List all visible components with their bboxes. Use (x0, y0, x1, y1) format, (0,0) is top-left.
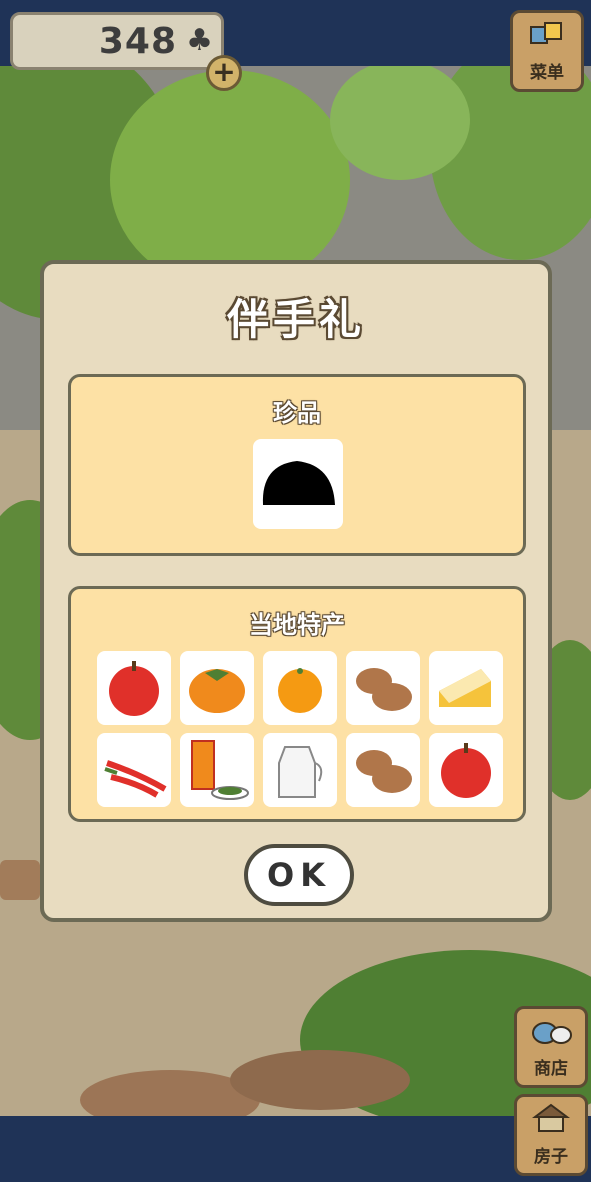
menu-label: 菜单 (530, 63, 564, 83)
apple-icon (441, 743, 491, 798)
game-scene: 348 ♣ + 菜单 商店 房子 伴手礼 珍品 当地特产 OK (0, 0, 591, 1182)
cheese-icon (439, 669, 491, 707)
bun-icon (356, 750, 412, 793)
chili-pepper-icon (104, 760, 167, 798)
milk-jug-icon (278, 746, 323, 798)
house-icon (517, 1103, 585, 1140)
local-item-slot[interactable] (97, 651, 171, 725)
persimmon-icon (189, 669, 245, 713)
local-item-slot[interactable] (97, 733, 171, 807)
shop-bag-icon (517, 1015, 585, 1052)
souvenir-dialog: 伴手礼 珍品 当地特产 OK (40, 260, 552, 922)
rare-items-panel: 珍品 (68, 374, 526, 556)
add-clover-button[interactable]: + (206, 55, 242, 91)
rare-items-title: 珍品 (273, 399, 321, 427)
bottom-bar (0, 1116, 591, 1182)
orange-icon (278, 668, 322, 713)
local-items-panel: 当地特产 (68, 586, 526, 822)
dialog-title: 伴手礼 (226, 295, 365, 344)
local-item-slot[interactable] (263, 651, 337, 725)
apple-icon (109, 661, 159, 716)
house-label: 房子 (534, 1147, 568, 1167)
local-items-title: 当地特产 (249, 611, 345, 639)
local-item-slot[interactable] (429, 651, 503, 725)
canned-food-icon (191, 740, 249, 800)
local-item-slot[interactable] (346, 733, 420, 807)
clover-icon: ♣ (186, 23, 213, 58)
clover-counter: 348 ♣ (10, 12, 224, 70)
clover-count: 348 (98, 21, 177, 62)
bun-icon (356, 668, 412, 711)
house-button[interactable]: 房子 (514, 1094, 588, 1176)
local-item-slot[interactable] (346, 651, 420, 725)
local-item-slot[interactable] (429, 733, 503, 807)
ok-button[interactable]: OK (244, 844, 354, 906)
rare-item-slot[interactable] (253, 439, 343, 529)
shop-label: 商店 (534, 1059, 568, 1079)
local-item-slot[interactable] (263, 733, 337, 807)
unknown-item-silhouette-icon (262, 461, 335, 505)
local-item-slot[interactable] (180, 651, 254, 725)
shop-button[interactable]: 商店 (514, 1006, 588, 1088)
menu-icon (513, 19, 581, 56)
menu-button[interactable]: 菜单 (510, 10, 584, 92)
local-item-slot[interactable] (180, 733, 254, 807)
